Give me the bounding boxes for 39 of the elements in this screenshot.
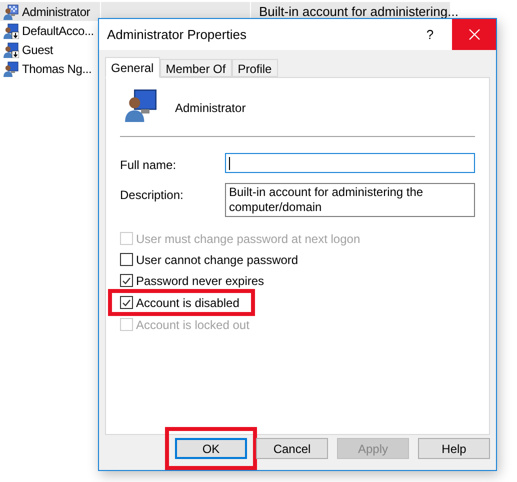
check-icon [122, 276, 131, 284]
description-field[interactable]: Built-in account for administering the computer/domain [225, 183, 475, 217]
user-name: Administrator [22, 4, 90, 20]
text-caret [229, 156, 230, 170]
user-computer-icon [3, 60, 19, 76]
checkbox-option[interactable]: Account is disabled [120, 294, 240, 311]
close-icon [468, 29, 480, 40]
checkbox[interactable] [120, 296, 133, 309]
checkbox[interactable] [120, 274, 133, 287]
option-label: User must change password at next logon [136, 230, 360, 248]
dialog-button[interactable]: Help [418, 438, 490, 459]
help-button[interactable]: ? [408, 19, 452, 50]
field-label: Description: [120, 187, 184, 204]
tab[interactable]: General [105, 57, 160, 78]
user-computer-icon [3, 22, 19, 38]
dialog-button[interactable]: Cancel [256, 438, 328, 459]
option-label: Password never expires [136, 272, 264, 290]
account-name: Administrator [175, 100, 246, 117]
user-name: DefaultAcco... [22, 22, 94, 40]
user-computer-icon [3, 42, 19, 58]
user-name: Thomas Ng... [22, 60, 92, 78]
option-label: Account is disabled [136, 294, 240, 312]
user-name: Guest [22, 42, 54, 58]
field-label: Full name: [120, 157, 178, 174]
user-computer-icon [124, 88, 158, 122]
option-label: User cannot change password [136, 252, 298, 268]
check-icon [122, 298, 131, 306]
close-button[interactable] [452, 19, 496, 50]
checkbox-option[interactable]: Password never expires [120, 272, 475, 289]
admin-user-icon [3, 4, 19, 20]
tab[interactable]: Profile [232, 59, 278, 77]
full-name-field[interactable] [225, 153, 475, 173]
window-title: Administrator Properties [106, 26, 248, 44]
tab[interactable]: Member Of [160, 59, 232, 77]
checkbox[interactable] [120, 253, 133, 266]
checkbox-option[interactable]: User cannot change password [120, 251, 475, 268]
dialog-button[interactable]: OK [175, 438, 247, 459]
option-label: Account is locked out [136, 316, 250, 334]
field-value: Built-in account for administering the computer/domain [229, 185, 424, 214]
